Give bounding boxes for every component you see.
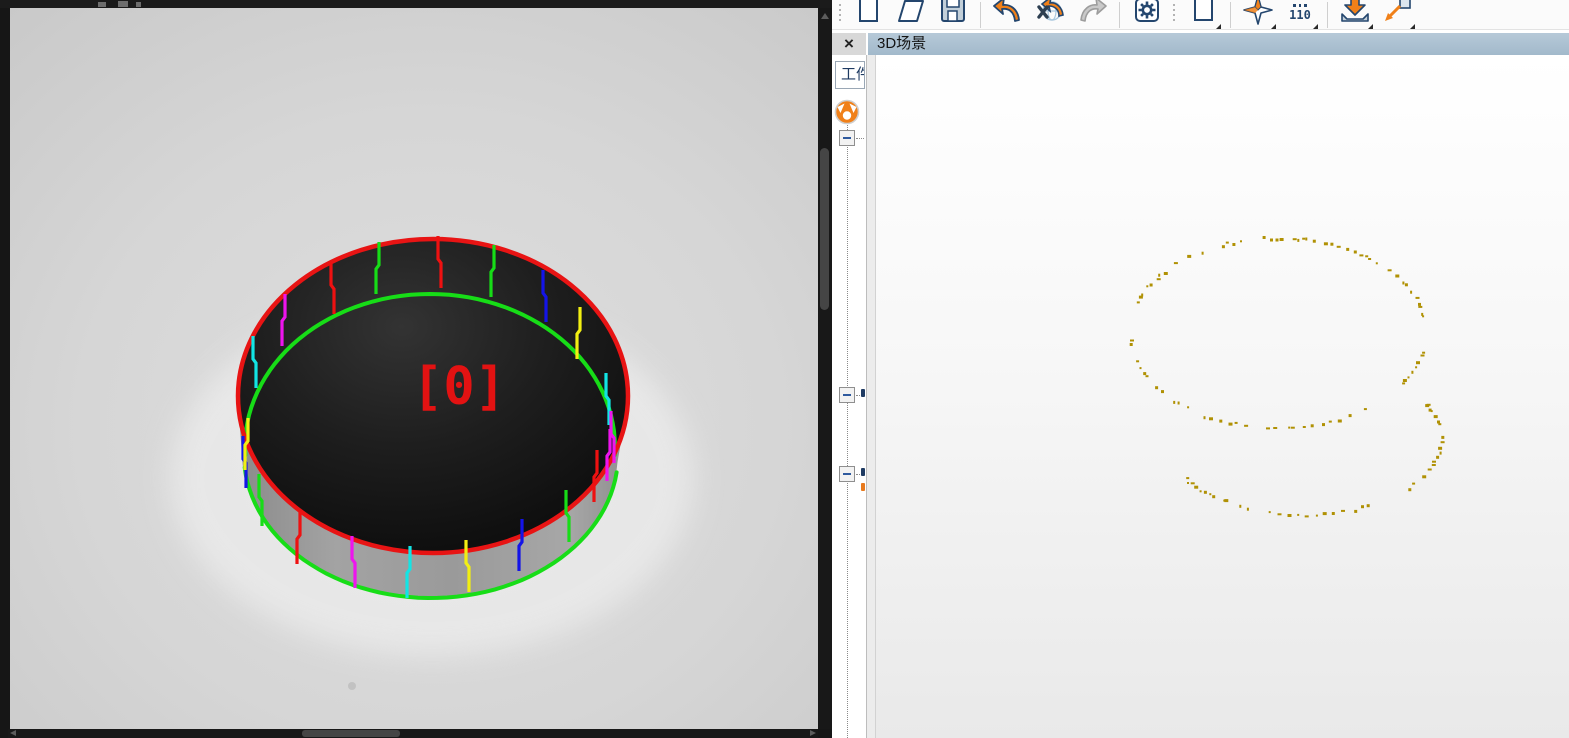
application-window: [0] 110 × 3D场景 工件	[0, 0, 1569, 738]
match-index-label: [0]	[412, 357, 506, 417]
workflow-collapse-node[interactable]	[839, 466, 855, 482]
2d-image-canvas[interactable]: [0]	[10, 8, 818, 729]
export-button[interactable]	[1376, 0, 1418, 30]
vertical-scroll-thumb[interactable]	[820, 148, 829, 310]
scroll-right-arrow-icon[interactable]	[810, 730, 816, 736]
viewer-title-fragment	[136, 2, 141, 7]
global-run-button[interactable]	[1029, 0, 1071, 30]
scroll-left-arrow-icon[interactable]	[10, 730, 16, 736]
undo-arrow-icon	[993, 0, 1020, 22]
undo-button[interactable]	[987, 0, 1029, 30]
dropdown-corner-icon	[1410, 24, 1415, 29]
binary-data-button[interactable]: 110	[1279, 0, 1321, 30]
main-toolbar: 110	[832, 0, 1569, 30]
open-file-button[interactable]	[890, 0, 932, 30]
right-panel: 110 × 3D场景 工件	[832, 0, 1569, 738]
import-button[interactable]	[1334, 0, 1376, 30]
workflow-node-connector	[856, 138, 864, 139]
gear-icon	[1135, 0, 1159, 22]
globe-run-icon	[1037, 0, 1064, 21]
new-file-icon	[859, 0, 878, 22]
viewer-vertical-scrollbar[interactable]	[818, 8, 832, 729]
new-file-button[interactable]	[848, 0, 890, 30]
scene-tab-row: × 3D场景	[832, 33, 1569, 55]
new-page-button[interactable]	[1182, 0, 1224, 30]
viewer-horizontal-scrollbar[interactable]	[8, 729, 818, 738]
binary-110-icon: 110	[1279, 4, 1321, 21]
open-folder-icon	[898, 0, 924, 22]
viewer-titlebar	[0, 0, 832, 8]
save-floppy-icon	[941, 0, 965, 22]
dropdown-corner-icon	[1368, 24, 1373, 29]
workflow-node-badge	[861, 389, 865, 397]
save-button[interactable]	[932, 0, 974, 30]
close-scene-button[interactable]: ×	[832, 33, 866, 55]
scroll-up-arrow-icon[interactable]	[821, 13, 829, 19]
toolbar-separator	[1327, 2, 1328, 28]
compass-star-icon	[1243, 0, 1273, 25]
toolbar-drag-handle[interactable]	[1170, 4, 1178, 34]
workflow-strip: 工件	[832, 55, 866, 738]
dropdown-corner-icon	[1216, 24, 1221, 29]
workflow-node-badge	[861, 468, 865, 476]
workpiece-tab[interactable]: 工件	[835, 61, 865, 89]
workflow-node-badge	[861, 483, 865, 491]
dropdown-corner-icon	[1313, 24, 1318, 29]
workflow-collapse-node[interactable]	[839, 387, 855, 403]
import-arrow-icon	[1341, 0, 1369, 22]
workflow-collapse-node[interactable]	[839, 130, 855, 146]
toolbar-separator	[980, 2, 981, 28]
image-viewer-panel: [0]	[0, 0, 832, 738]
export-arrow-icon	[1385, 0, 1411, 21]
workflow-connector-line	[847, 125, 848, 738]
horizontal-scroll-thumb[interactable]	[302, 730, 400, 737]
viewer-title-fragment	[118, 1, 128, 7]
dropdown-corner-icon	[1271, 24, 1276, 29]
toolbar-separator	[1230, 2, 1231, 28]
workflow-start-node[interactable]	[834, 99, 860, 125]
scene-panel-title: 3D场景	[868, 33, 1569, 55]
redo-button[interactable]	[1071, 0, 1113, 30]
viewer-title-fragment	[98, 2, 106, 7]
redo-arrow-icon	[1080, 0, 1107, 22]
settings-button[interactable]	[1126, 0, 1168, 30]
position-tool-button[interactable]	[1237, 0, 1279, 30]
page-icon	[1194, 0, 1213, 21]
point-cloud-canvas[interactable]	[876, 55, 1569, 738]
toolbar-drag-handle[interactable]	[836, 4, 844, 34]
toolbar-separator	[1119, 2, 1120, 28]
panel-splitter[interactable]	[866, 55, 876, 738]
scene-3d-viewport[interactable]	[876, 55, 1569, 738]
